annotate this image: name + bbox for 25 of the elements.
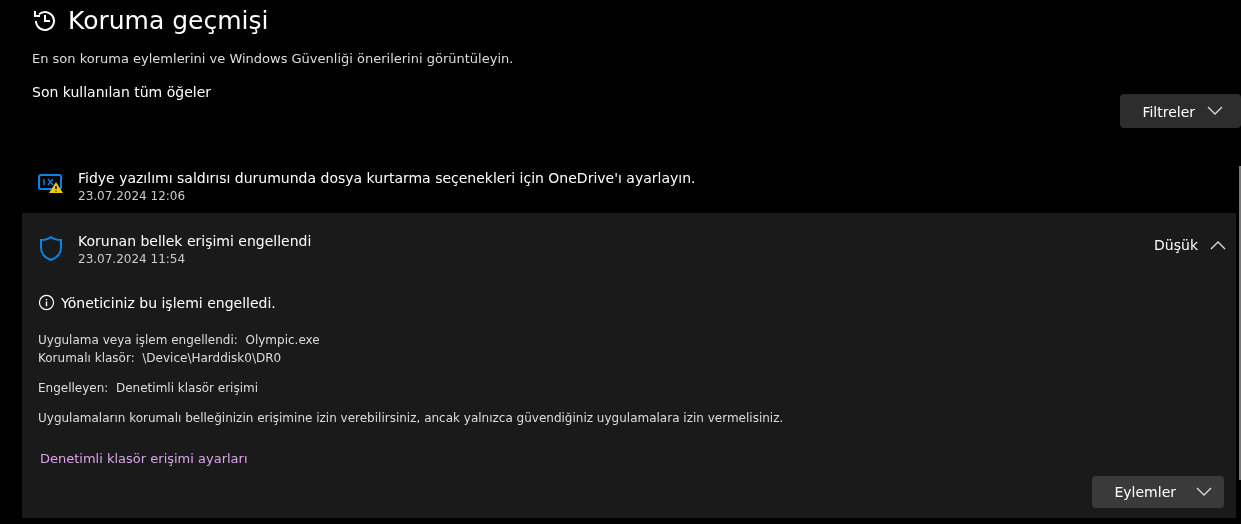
item-title: Fidye yazılımı saldırısı durumunda dosya kurtarma seçenekleri için OneDrive'ı ayarlayın. <box>78 170 697 186</box>
actions-button[interactable]: Eylemler <box>1092 476 1224 508</box>
page-title: Koruma geçmişi <box>68 6 269 35</box>
detail-line: Uygulama veya işlem engellendi: Olympic.exe <box>38 332 321 349</box>
settings-link[interactable]: Denetimli klasör erişimi ayarları <box>38 451 248 466</box>
filter-label: Son kullanılan tüm öğeler <box>32 84 211 100</box>
detail-line: Korumalı klasör: \Device\Harddisk0\DR0 <box>38 350 283 367</box>
info-icon <box>38 294 55 311</box>
chevron-icon <box>1196 487 1212 497</box>
chevron-icon <box>1210 240 1226 250</box>
page-subtitle: En son koruma eylemlerini ve Windows Güvenliği önerilerini görüntüleyin. <box>32 51 515 66</box>
chevron-icon <box>1207 106 1223 116</box>
item-date: 23.07.2024 12:06 <box>78 189 187 203</box>
expanded-item-panel[interactable] <box>22 213 1236 518</box>
scrollbar[interactable] <box>1239 166 1241 480</box>
detail-line: Engelleyen: Denetimli klasör erişimi <box>38 380 260 397</box>
notice-text: Yöneticiniz bu işlemi engelledi. <box>61 294 276 311</box>
item-date: 23.07.2024 11:54 <box>78 252 187 266</box>
history-item[interactable]: Fidye yazılımı saldırısı durumunda dosya kurtarma seçenekleri için OneDrive'ı ayarlayın. 23.07.2024 12:06 <box>22 150 1236 213</box>
filters-button[interactable]: Filtreler <box>1120 94 1241 128</box>
description-text: Uygulamaların korumalı belleğinizin erişimine izin verebilirsiniz, ancak yalnızca güvendiğiniz uygulamalara izin vermelisiniz. <box>38 410 785 427</box>
severity-label: Düşük <box>1154 237 1198 253</box>
monitor-warning-icon <box>38 172 64 194</box>
shield-icon <box>39 235 63 261</box>
item-title: Korunan bellek erişimi engellendi <box>78 233 313 249</box>
